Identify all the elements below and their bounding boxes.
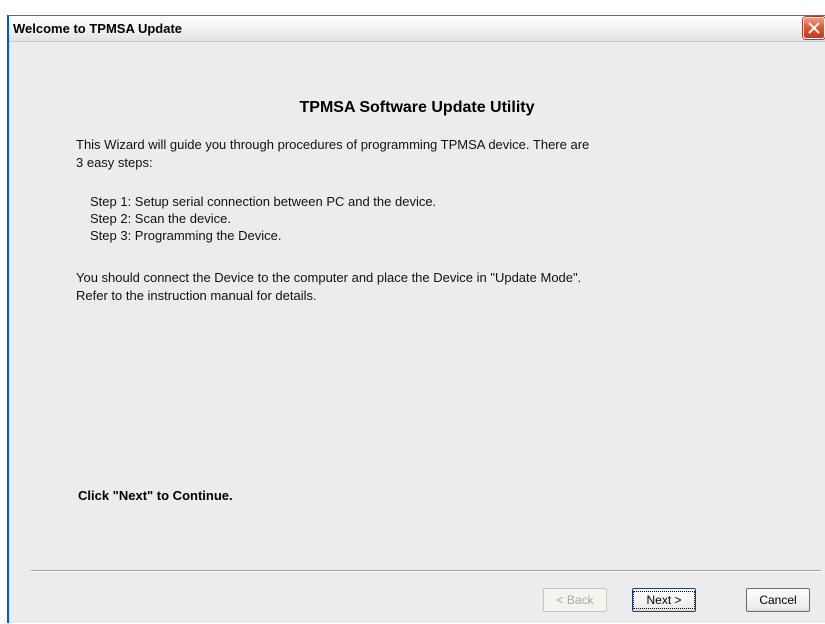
close-button[interactable] xyxy=(803,17,825,39)
cancel-button[interactable]: Cancel xyxy=(746,588,810,612)
note-line-2: Refer to the instruction manual for deta… xyxy=(76,288,317,303)
continue-instruction: Click "Next" to Continue. xyxy=(78,488,233,503)
next-button[interactable]: Next > xyxy=(632,588,696,612)
page-title: TPMSA Software Update Utility xyxy=(299,99,535,116)
steps-list: Step 1: Setup serial connection between … xyxy=(90,193,436,244)
connection-note: You should connect the Device to the com… xyxy=(76,269,726,305)
step-item: Step 3: Programming the Device. xyxy=(90,228,282,243)
intro-text: This Wizard will guide you through proce… xyxy=(76,136,716,172)
close-icon xyxy=(808,22,820,34)
window-title: Welcome to TPMSA Update xyxy=(13,21,183,36)
title-bar[interactable]: Welcome to TPMSA Update xyxy=(9,16,825,42)
wizard-content: TPMSA Software Update Utility This Wizar… xyxy=(9,42,825,624)
note-line-1: You should connect the Device to the com… xyxy=(76,270,582,285)
step-item: Step 2: Scan the device. xyxy=(90,211,231,226)
intro-line-2: 3 easy steps: xyxy=(76,155,153,170)
step-item: Step 1: Setup serial connection between … xyxy=(90,194,437,209)
back-button[interactable]: < Back xyxy=(543,588,607,612)
intro-line-1: This Wizard will guide you through proce… xyxy=(76,137,590,152)
next-button-label: Next > xyxy=(633,591,695,609)
button-divider xyxy=(31,570,821,572)
wizard-window: Welcome to TPMSA Update TPMSA Software U… xyxy=(7,15,825,623)
